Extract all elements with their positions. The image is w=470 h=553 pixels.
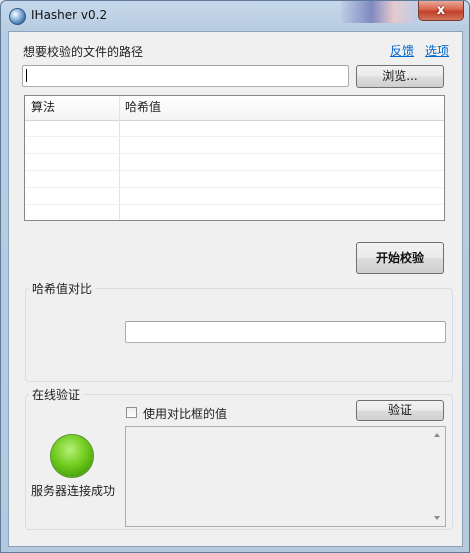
hash-results-table[interactable]: 算法 哈希值	[24, 95, 445, 221]
file-path-label: 想要校验的文件的路径	[23, 45, 144, 59]
online-verify-title: 在线验证	[29, 386, 84, 403]
verify-button[interactable]: 验证	[356, 400, 444, 421]
table-row[interactable]	[25, 154, 444, 171]
table-row[interactable]	[25, 120, 444, 137]
start-verify-button[interactable]: 开始校验	[356, 242, 444, 274]
column-header-algorithm[interactable]: 算法	[25, 96, 119, 119]
compare-hash-input[interactable]	[125, 321, 446, 343]
scroll-up-arrow-icon[interactable]	[434, 433, 440, 437]
text-caret	[26, 69, 27, 82]
close-button[interactable]: x	[418, 1, 464, 21]
online-result-textarea[interactable]	[125, 426, 446, 527]
title-bar[interactable]: IHasher v0.2 x	[1, 1, 469, 31]
table-row[interactable]	[25, 171, 444, 188]
window-title: IHasher v0.2	[31, 8, 108, 22]
title-bar-glass-decoration	[341, 1, 417, 23]
scroll-down-arrow-icon[interactable]	[434, 516, 440, 520]
table-row[interactable]	[25, 137, 444, 154]
options-link[interactable]: 选项	[425, 42, 449, 59]
feedback-link[interactable]: 反馈	[390, 42, 414, 59]
table-row[interactable]	[25, 188, 444, 205]
browse-button[interactable]: 浏览...	[356, 65, 444, 88]
app-window: IHasher v0.2 x 想要校验的文件的路径 反馈 选项 浏览... 算法…	[0, 0, 470, 553]
connection-status-indicator-icon	[51, 435, 93, 477]
file-path-input[interactable]	[22, 65, 349, 87]
hash-compare-title: 哈希值对比	[29, 280, 96, 297]
column-header-hash[interactable]: 哈希值	[119, 96, 444, 119]
vertical-scrollbar[interactable]	[430, 427, 445, 526]
use-compare-value-checkbox[interactable]	[126, 407, 137, 418]
table-header: 算法 哈希值	[25, 96, 444, 121]
use-compare-value-label[interactable]: 使用对比框的值	[143, 405, 227, 422]
app-icon	[9, 8, 26, 25]
connection-status-text: 服务器连接成功	[31, 484, 116, 498]
client-area: 想要校验的文件的路径 反馈 选项 浏览... 算法 哈希值 开始校验 哈希值对比	[8, 31, 463, 547]
